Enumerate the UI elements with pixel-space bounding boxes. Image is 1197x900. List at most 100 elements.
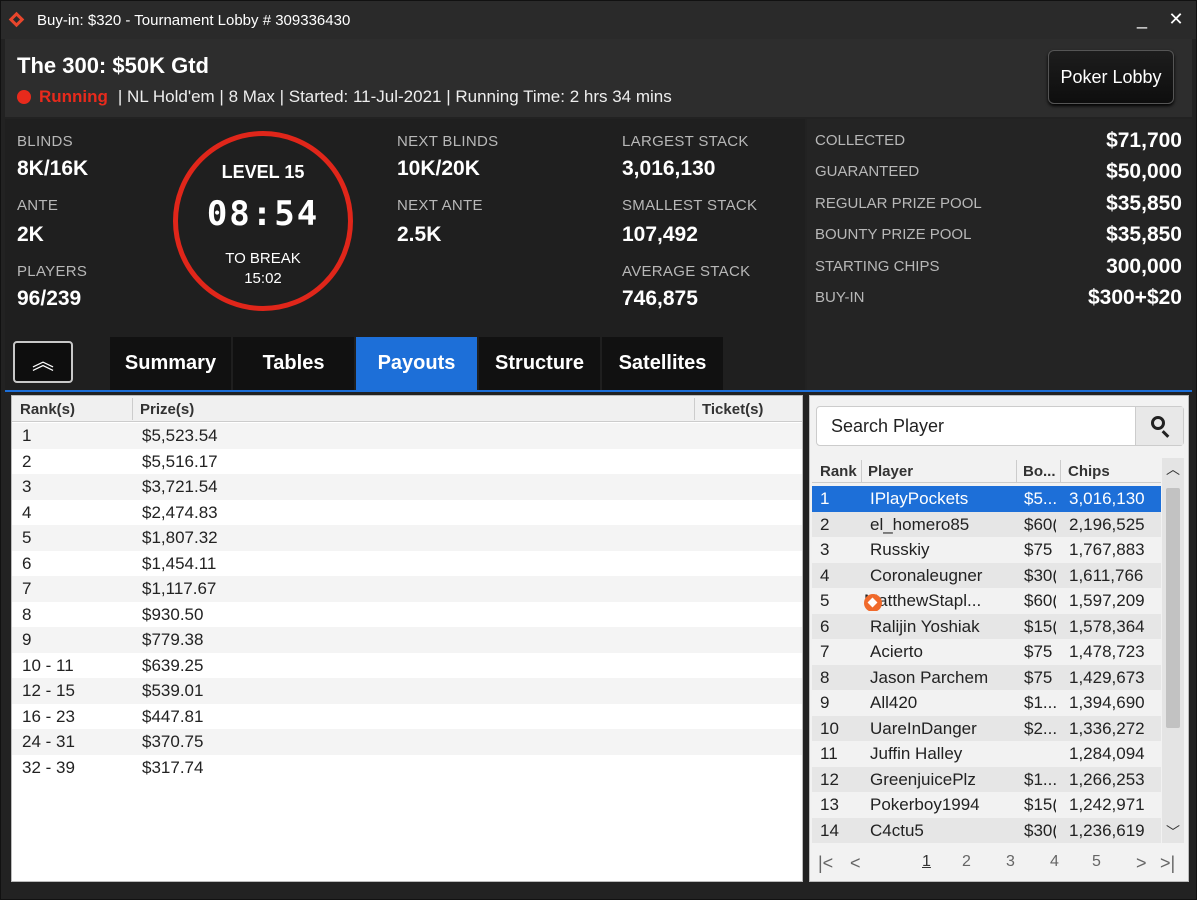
prize-row: BOUNTY PRIZE POOL $35,850 — [815, 223, 1182, 253]
next-blinds-label: NEXT BLINDS — [397, 133, 499, 150]
player-column-header[interactable]: Player — [868, 463, 913, 480]
to-break-value: 15:02 — [244, 270, 282, 287]
search-button[interactable] — [1135, 407, 1183, 445]
player-rank: 8 — [820, 667, 830, 687]
player-row[interactable]: 1 IPlayPockets $5... 3,016,130 — [812, 486, 1161, 512]
player-row[interactable]: 6 Ralijin Yoshiak $15(1,578,364 — [812, 613, 1161, 639]
player-name: All420 — [870, 693, 918, 712]
next-page-icon[interactable]: > — [1136, 853, 1147, 874]
prize-label: BOUNTY PRIZE POOL — [815, 226, 972, 243]
tab-tables[interactable]: Tables — [233, 337, 354, 390]
player-name: GreenjuicePlz — [870, 769, 976, 789]
payout-row: 4 $2,474.83 — [12, 500, 802, 526]
bottom-bar — [5, 884, 1192, 896]
status-line: Running | NL Hold'em | 8 Max | Started: … — [17, 87, 672, 107]
players-label: PLAYERS — [17, 263, 88, 280]
payout-rank: 5 — [22, 528, 32, 547]
page-link[interactable]: 4 — [1050, 853, 1059, 871]
player-name-cell: MatthewStapl... — [864, 591, 1014, 611]
prize-value: $35,850 — [1106, 192, 1182, 215]
player-bounty: $30( — [1024, 820, 1056, 840]
player-row[interactable]: 10 UareInDanger $2... 1,336,272 — [812, 715, 1161, 741]
player-name-cell: GreenjuicePlz — [870, 770, 1020, 790]
chevron-up-double-icon: ︽ — [31, 349, 54, 374]
status-text: Running — [39, 87, 108, 106]
payout-row: 10 - 11 $639.25 — [12, 653, 802, 679]
player-name-cell: Ralijin Yoshiak — [870, 617, 1020, 637]
player-row[interactable]: 5 MatthewStapl... $60(1,597,209 — [812, 588, 1161, 614]
payout-prize: $2,474.83 — [142, 502, 218, 522]
player-row[interactable]: 11 Juffin Halley 1,284,094 — [812, 741, 1161, 767]
payout-prize: $779.38 — [142, 630, 204, 649]
player-rank: 4 — [820, 565, 830, 585]
players-rows: 1 IPlayPockets $5... 3,016,130 2 el_homero85 $… — [812, 486, 1161, 843]
player-row[interactable]: 12 GreenjuicePlz $1... 1,266,253 — [812, 766, 1161, 792]
largest-stack-label: LARGEST STACK — [622, 133, 749, 150]
player-row[interactable]: 9 All420 $1... 1,394,690 — [812, 690, 1161, 716]
collapse-button[interactable]: ︽ — [13, 341, 73, 383]
scroll-up-icon[interactable]: ︿ — [1162, 458, 1184, 480]
player-name: Russkiy — [870, 540, 930, 559]
player-chips: 1,611,766 — [1069, 565, 1144, 585]
search-icon — [1151, 416, 1165, 430]
player-bounty: $15( — [1024, 616, 1056, 636]
close-button[interactable]: ✕ — [1168, 9, 1184, 29]
first-page-icon[interactable]: |< — [818, 853, 833, 874]
payout-prize: $1,117.67 — [142, 579, 217, 598]
tab-satellites[interactable]: Satellites — [602, 337, 723, 390]
payout-rank: 12 - 15 — [22, 681, 75, 700]
player-name: UareInDanger — [870, 718, 977, 738]
prize-label: GUARANTEED — [815, 163, 920, 180]
player-chips: 1,767,883 — [1069, 540, 1145, 559]
tab-summary[interactable]: Summary — [110, 337, 231, 390]
player-chips: 1,266,253 — [1069, 769, 1145, 789]
player-row[interactable]: 4 Coronaleugner $30(1,611,766 — [812, 562, 1161, 588]
search-player-input[interactable]: Search Player — [831, 416, 944, 437]
tournament-name: The 300: $50K Gtd — [17, 53, 209, 78]
payout-rank: 7 — [22, 579, 32, 598]
title-bar: Buy-in: $320 - Tournament Lobby # 309336… — [1, 1, 1196, 39]
player-bounty: $75 — [1024, 540, 1053, 559]
player-row[interactable]: 3 Russkiy $75 1,767,883 — [812, 537, 1161, 563]
last-page-icon[interactable]: >| — [1160, 853, 1175, 874]
page-link[interactable]: 5 — [1092, 853, 1101, 871]
payout-row: 32 - 39 $317.74 — [12, 755, 802, 781]
search-player-field[interactable]: Search Player — [816, 406, 1184, 446]
players-scrollbar[interactable]: ︿ ﹀ — [1162, 458, 1184, 843]
tab-payouts[interactable]: Payouts — [356, 337, 477, 390]
player-row[interactable]: 13 Pokerboy1994 $15(1,242,971 — [812, 792, 1161, 818]
player-bounty: $1... — [1024, 693, 1056, 712]
page-link[interactable]: 3 — [1006, 853, 1015, 871]
payout-prize: $930.50 — [142, 604, 204, 624]
bounty-column-header[interactable]: Bo... — [1023, 463, 1056, 480]
player-row[interactable]: 7 Acierto $75 1,478,723 — [812, 639, 1161, 665]
prize-column-header[interactable]: Prize(s) — [140, 401, 194, 418]
rank-column-header[interactable]: Rank(s) — [20, 401, 75, 418]
prize-row: COLLECTED $71,700 — [815, 129, 1182, 159]
players-value: 96/239 — [17, 287, 82, 310]
prev-page-icon[interactable]: < — [850, 853, 861, 874]
poker-lobby-button[interactable]: Poker Lobby — [1048, 50, 1174, 104]
scroll-down-icon[interactable]: ﹀ — [1162, 821, 1184, 843]
payouts-rows: 1 $5,523.54 2 $5,516.17 3 $3,721.54 4 $2,474.83… — [12, 423, 802, 780]
next-blinds-value: 10K/20K — [397, 157, 480, 180]
player-row[interactable]: 14 C4ctu5 $30(1,236,619 — [812, 817, 1161, 843]
player-name-cell: Acierto — [870, 642, 1020, 662]
player-name: Jason Parchem — [870, 667, 989, 687]
chips-column-header[interactable]: Chips — [1068, 463, 1110, 480]
page-link[interactable]: 2 — [962, 853, 971, 871]
rank-column-header[interactable]: Rank — [820, 463, 857, 480]
player-row[interactable]: 2 el_homero85 $60(2,196,525 — [812, 511, 1161, 537]
minimize-button[interactable]: _ — [1134, 9, 1150, 29]
level-label: LEVEL 15 — [221, 162, 305, 182]
payout-rank: 2 — [22, 451, 32, 471]
player-row[interactable]: 8 Jason Parchem $75 1,429,673 — [812, 664, 1161, 690]
ticket-column-header[interactable]: Ticket(s) — [702, 401, 763, 418]
prize-value: $50,000 — [1106, 160, 1182, 183]
prize-pool-panel: COLLECTED $71,700 GUARANTEED $50,000 REG… — [807, 119, 1192, 391]
window-title: Buy-in: $320 - Tournament Lobby # 309336… — [37, 11, 351, 29]
tab-structure[interactable]: Structure — [479, 337, 600, 390]
scroll-thumb[interactable] — [1166, 488, 1180, 728]
page-link[interactable]: 1 — [922, 853, 931, 871]
prize-value: 300,000 — [1106, 255, 1182, 278]
